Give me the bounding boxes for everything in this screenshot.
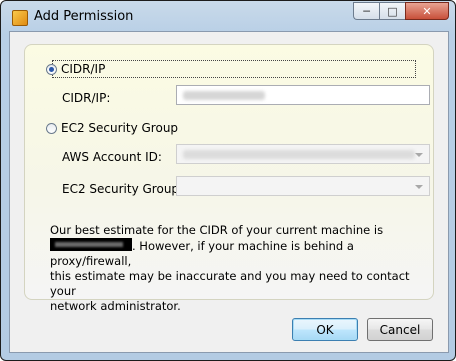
ec2-security-group-dropdown[interactable] (176, 176, 430, 196)
info-line-3: this estimate may be inaccurate and you … (50, 269, 410, 298)
aws-account-id-value-redacted (183, 150, 415, 159)
ec2-radio-option[interactable]: EC2 Security Group (46, 121, 178, 135)
ec2-radio-button[interactable] (46, 122, 57, 134)
cidr-radio-button[interactable] (46, 63, 57, 75)
cidr-estimate-info: Our best estimate for the CIDR of your c… (50, 223, 420, 314)
chevron-down-icon (415, 185, 423, 189)
aws-account-id-label: AWS Account ID: (62, 150, 162, 164)
add-permission-dialog: Add Permission ─ □ ✕ CIDR/IP CIDR/IP: EC… (0, 0, 456, 361)
chevron-down-icon (415, 153, 423, 157)
dialog-body: CIDR/IP CIDR/IP: EC2 Security Group AWS … (9, 31, 449, 353)
info-line-4: network administrator. (50, 299, 181, 313)
window-controls: ─ □ ✕ (353, 2, 449, 22)
maximize-button[interactable]: □ (379, 2, 405, 20)
cidr-radio-option[interactable]: CIDR/IP (46, 62, 105, 76)
minimize-icon: ─ (363, 4, 370, 18)
close-icon: ✕ (422, 4, 432, 18)
info-line-1: Our best estimate for the CIDR of your c… (50, 223, 384, 237)
cidr-ip-input[interactable] (176, 85, 430, 105)
permission-panel: CIDR/IP CIDR/IP: EC2 Security Group AWS … (24, 44, 434, 313)
app-icon (12, 10, 28, 26)
title-bar[interactable]: Add Permission ─ □ ✕ (1, 1, 455, 33)
ok-button[interactable]: OK (292, 318, 358, 341)
cancel-button[interactable]: Cancel (367, 318, 433, 341)
cidr-radio-label: CIDR/IP (61, 62, 106, 76)
cidr-ip-label: CIDR/IP: (62, 91, 111, 105)
aws-account-id-dropdown[interactable] (176, 144, 430, 164)
ec2-security-group-label: EC2 Security Group: (62, 182, 184, 196)
info-line-2: . However, if your machine is behind a p… (50, 238, 420, 269)
maximize-icon: □ (387, 4, 398, 18)
focus-rectangle (52, 60, 416, 78)
ec2-radio-label: EC2 Security Group (61, 121, 179, 135)
redacted-cidr (50, 238, 132, 251)
close-button[interactable]: ✕ (405, 2, 449, 20)
minimize-button[interactable]: ─ (353, 2, 379, 20)
cidr-ip-value-redacted (183, 91, 265, 100)
window-title: Add Permission (34, 9, 134, 24)
